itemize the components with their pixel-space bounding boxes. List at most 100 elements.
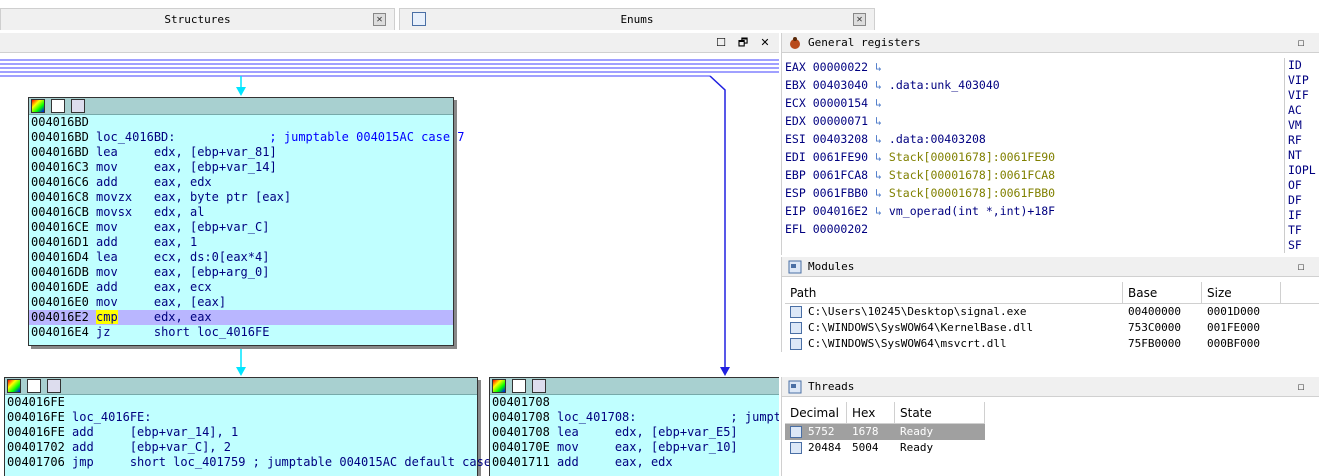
- maximize-icon[interactable]: ☐: [1294, 36, 1308, 50]
- table-row[interactable]: C:\Users\10245\Desktop\signal.exe 0040000…: [785, 304, 1319, 320]
- code-line[interactable]: 004016C3 mov eax, [ebp+var_14]: [29, 160, 453, 175]
- code-line[interactable]: 00401706 jmp short loc_401759 ; jumptabl…: [5, 455, 491, 470]
- restore-icon[interactable]: 🗗: [736, 36, 750, 50]
- module-icon: [790, 338, 802, 350]
- color-icon[interactable]: [31, 99, 45, 113]
- graph-icon[interactable]: [71, 99, 85, 113]
- table-row[interactable]: 5752 1678 Ready: [785, 424, 985, 440]
- column-hex[interactable]: Hex: [847, 402, 895, 423]
- flag-item[interactable]: DF: [1285, 193, 1319, 208]
- register-value: 00000071: [812, 114, 869, 128]
- code-address: 00401711: [492, 455, 550, 469]
- table-row[interactable]: C:\WINDOWS\SysWOW64\KernelBase.dll 753C00…: [785, 320, 1319, 336]
- edit-icon[interactable]: [51, 99, 65, 113]
- column-state[interactable]: State: [895, 402, 985, 423]
- tab-structures[interactable]: Structures ✕: [0, 8, 395, 30]
- modules-panel: Modules ☐ Path Base Size C:\Users\10245\…: [781, 257, 1319, 352]
- threads-table: Decimal Hex State 5752 1678 Ready 20484 5004…: [785, 402, 985, 456]
- close-icon[interactable]: ✕: [758, 36, 772, 50]
- color-icon[interactable]: [7, 379, 21, 393]
- tab-structures-close-icon[interactable]: ✕: [373, 13, 386, 26]
- node-header: [490, 378, 779, 395]
- code-line[interactable]: 004016C8 movzx eax, byte ptr [eax]: [29, 190, 453, 205]
- code-line[interactable]: 0040170E mov eax, [ebp+var_10]: [490, 440, 779, 455]
- register-row[interactable]: ECX 00000154 ↳: [785, 94, 1285, 112]
- register-value: 00403208: [812, 132, 869, 146]
- register-row[interactable]: EDI 0061FE90 ↳ Stack[00001678]:0061FE90: [785, 148, 1285, 166]
- code-line[interactable]: 004016E0 mov eax, [eax]: [29, 295, 453, 310]
- code-line[interactable]: 004016CB movsx edx, al: [29, 205, 453, 220]
- flag-item[interactable]: IF: [1285, 208, 1319, 223]
- code-address: 004016D1: [31, 235, 89, 249]
- code-mnemonic: cmp: [96, 310, 118, 324]
- graph-view[interactable]: 004016BD 004016BD loc_4016BD: ; jumptabl…: [0, 54, 779, 476]
- flag-item[interactable]: OF: [1285, 178, 1319, 193]
- code-line[interactable]: 00401708: [490, 395, 779, 410]
- minimize-icon[interactable]: ☐: [714, 36, 728, 50]
- flag-item[interactable]: NT: [1285, 148, 1319, 163]
- column-path[interactable]: Path: [785, 282, 1123, 303]
- flag-item[interactable]: VIF: [1285, 88, 1319, 103]
- code-line[interactable]: 00401708 loc_401708: ; jumptable 004015A…: [490, 410, 779, 425]
- code-line[interactable]: 004016BD loc_4016BD: ; jumptable 004015A…: [29, 130, 465, 145]
- register-row[interactable]: EBX 00403040 ↳ .data:unk_403040: [785, 76, 1285, 94]
- register-row[interactable]: EAX 00000022 ↳: [785, 58, 1285, 76]
- code-line[interactable]: 004016C6 add eax, edx: [29, 175, 453, 190]
- code-line[interactable]: 004016FE add [ebp+var_14], 1: [5, 425, 477, 440]
- maximize-icon[interactable]: ☐: [1294, 380, 1308, 394]
- flag-item[interactable]: RF: [1285, 133, 1319, 148]
- flag-item[interactable]: IOPL: [1285, 163, 1319, 178]
- tab-enums-close-icon[interactable]: ✕: [853, 13, 866, 26]
- edit-icon[interactable]: [27, 379, 41, 393]
- code-operands: eax, byte ptr [eax]: [153, 190, 292, 204]
- code-line[interactable]: 00401708 lea edx, [ebp+var_E5]: [490, 425, 779, 440]
- table-row[interactable]: 20484 5004 Ready: [785, 440, 985, 456]
- right-code-block[interactable]: 00401708 00401708 loc_401708: ; jumptabl…: [489, 377, 779, 476]
- code-line[interactable]: 004016DE add eax, ecx: [29, 280, 453, 295]
- code-line[interactable]: 004016FE loc_4016FE:: [5, 410, 477, 425]
- graph-view-header: ☐ 🗗 ✕: [0, 33, 779, 53]
- register-row[interactable]: EIP 004016E2 ↳ vm_operad(int *,int)+18F: [785, 202, 1285, 220]
- left-code-block[interactable]: 004016FE 004016FE loc_4016FE: 004016FE a…: [4, 377, 491, 476]
- code-line[interactable]: 004016D4 lea ecx, ds:0[eax*4]: [29, 250, 453, 265]
- flag-item[interactable]: VIP: [1285, 73, 1319, 88]
- tab-enums[interactable]: Enums ✕: [399, 8, 875, 30]
- flag-item[interactable]: AC: [1285, 103, 1319, 118]
- graph-icon[interactable]: [47, 379, 61, 393]
- register-row[interactable]: ESP 0061FBB0 ↳ Stack[00001678]:0061FBB0: [785, 184, 1285, 202]
- main-code-block[interactable]: 004016BD 004016BD loc_4016BD: ; jumptabl…: [28, 97, 465, 346]
- register-row[interactable]: ESI 00403208 ↳ .data:00403208: [785, 130, 1285, 148]
- code-line[interactable]: 00401702 add [ebp+var_C], 2: [5, 440, 477, 455]
- graph-icon[interactable]: [532, 379, 546, 393]
- column-size[interactable]: Size: [1202, 282, 1281, 303]
- table-row[interactable]: C:\WINDOWS\SysWOW64\msvcrt.dll 75FB0000 00…: [785, 336, 1319, 352]
- flag-item[interactable]: SF: [1285, 238, 1319, 253]
- register-row[interactable]: EDX 00000071 ↳: [785, 112, 1285, 130]
- code-line[interactable]: 004016E4 jz short loc_4016FE: [29, 325, 453, 340]
- module-path: C:\Users\10245\Desktop\signal.exe: [808, 305, 1027, 318]
- color-icon[interactable]: [492, 379, 506, 393]
- code-line[interactable]: 004016FE: [5, 395, 477, 410]
- code-line[interactable]: 004016D1 add eax, 1: [29, 235, 453, 250]
- code-line[interactable]: 00401711 add eax, edx: [490, 455, 779, 470]
- code-line[interactable]: 004016CE mov eax, [ebp+var_C]: [29, 220, 453, 235]
- code-line[interactable]: 004016BD: [29, 115, 453, 130]
- flag-item[interactable]: TF: [1285, 223, 1319, 238]
- flag-item[interactable]: VM: [1285, 118, 1319, 133]
- code-address: 00401708: [492, 425, 550, 439]
- code-line[interactable]: 004016E2 cmp edx, eax: [29, 310, 453, 325]
- column-base[interactable]: Base: [1123, 282, 1202, 303]
- register-row[interactable]: EBP 0061FCA8 ↳ Stack[00001678]:0061FCA8: [785, 166, 1285, 184]
- column-decimal[interactable]: Decimal: [785, 402, 847, 423]
- code-line[interactable]: 004016BD lea edx, [ebp+var_81]: [29, 145, 453, 160]
- maximize-icon[interactable]: ☐: [1294, 260, 1308, 274]
- register-value: 0061FE90: [812, 150, 869, 164]
- code-operands: eax, edx: [153, 175, 212, 189]
- code-mnemonic: add: [96, 175, 118, 189]
- flag-item[interactable]: ID: [1285, 58, 1319, 73]
- node-header: [29, 98, 453, 115]
- register-row[interactable]: EFL 00000202: [785, 220, 1285, 238]
- thread-hex: 5004: [852, 441, 879, 454]
- code-line[interactable]: 004016DB mov eax, [ebp+arg_0]: [29, 265, 453, 280]
- edit-icon[interactable]: [512, 379, 526, 393]
